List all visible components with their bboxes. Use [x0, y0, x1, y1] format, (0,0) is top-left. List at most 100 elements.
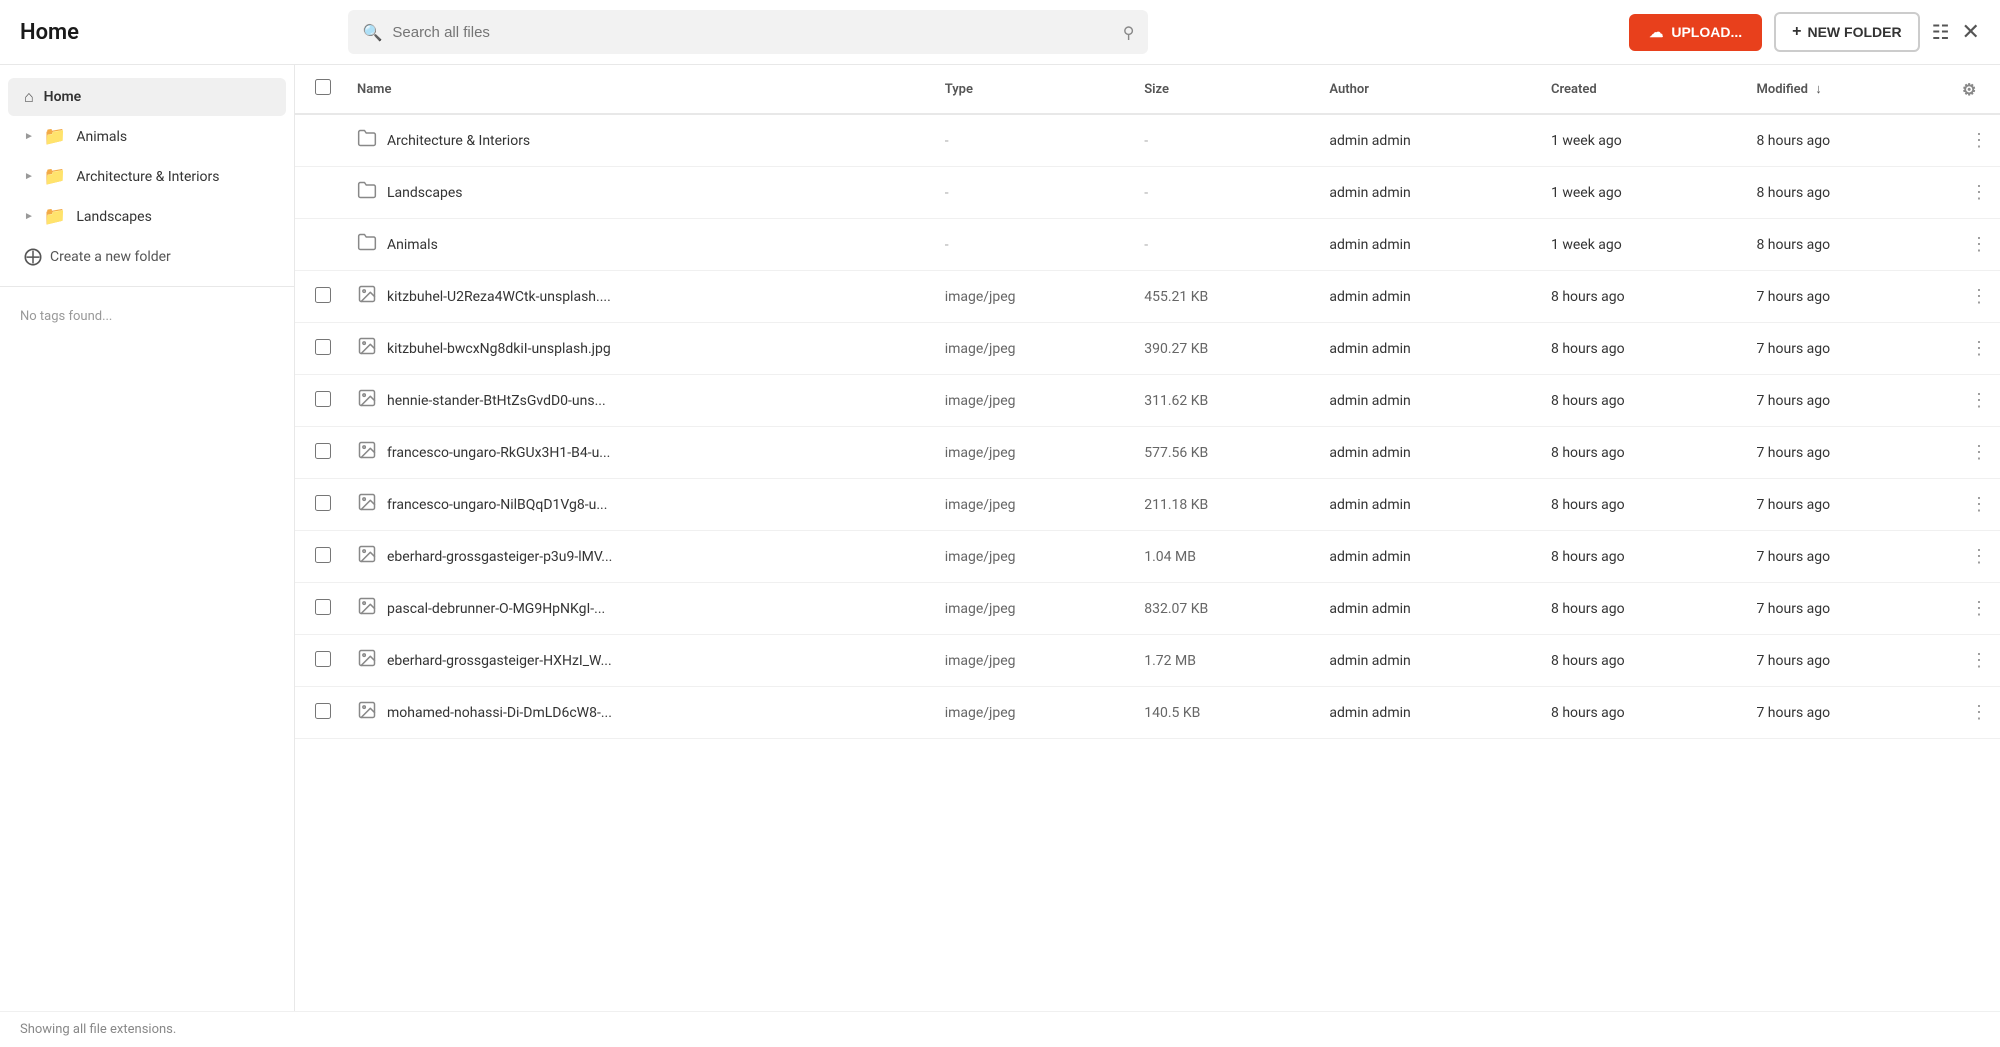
row-created-cell: 8 hours ago	[1539, 427, 1744, 479]
image-icon	[357, 388, 377, 413]
image-icon	[357, 440, 377, 465]
table-row: francesco-ungaro-NilBQqD1Vg8-u... image/…	[295, 479, 2000, 531]
row-type-cell: image/jpeg	[933, 427, 1133, 479]
select-all-checkbox[interactable]	[315, 79, 331, 95]
new-folder-button[interactable]: + NEW FOLDER	[1774, 12, 1919, 52]
row-menu-button[interactable]: ⋮	[1970, 494, 1988, 515]
filter-icon[interactable]: ⚲	[1123, 23, 1135, 42]
file-name: francesco-ungaro-RkGUx3H1-B4-u...	[387, 445, 610, 461]
row-menu-cell: ⋮	[1950, 323, 2000, 375]
row-created-cell: 1 week ago	[1539, 114, 1744, 167]
row-menu-cell: ⋮	[1950, 479, 2000, 531]
row-author-cell: admin admin	[1317, 583, 1539, 635]
row-name-cell: Animals	[345, 219, 933, 271]
row-size-cell: 390.27 KB	[1132, 323, 1317, 375]
row-menu-cell: ⋮	[1950, 375, 2000, 427]
row-menu-button[interactable]: ⋮	[1970, 182, 1988, 203]
row-type-cell: image/jpeg	[933, 687, 1133, 739]
row-created-cell: 8 hours ago	[1539, 323, 1744, 375]
header: Home 🔍 ⚲ ☁ UPLOAD... + NEW FOLDER ☷ ✕	[0, 0, 2000, 65]
row-menu-button[interactable]: ⋮	[1970, 442, 1988, 463]
expand-arrow-icon: ►	[24, 171, 34, 182]
row-menu-button[interactable]: ⋮	[1970, 702, 1988, 723]
row-name-cell: mohamed-nohassi-Di-DmLD6cW8-...	[345, 687, 933, 739]
row-check-cell	[295, 687, 345, 739]
row-checkbox[interactable]	[315, 703, 331, 719]
row-menu-button[interactable]: ⋮	[1970, 286, 1988, 307]
row-check-cell	[295, 271, 345, 323]
new-folder-label: NEW FOLDER	[1807, 24, 1901, 40]
upload-button[interactable]: ☁ UPLOAD...	[1629, 14, 1762, 51]
row-checkbox[interactable]	[315, 443, 331, 459]
sidebar-item-home[interactable]: ⌂ Home	[8, 78, 286, 116]
row-size-cell: 140.5 KB	[1132, 687, 1317, 739]
row-checkbox[interactable]	[315, 547, 331, 563]
row-checkbox[interactable]	[315, 651, 331, 667]
row-menu-button[interactable]: ⋮	[1970, 650, 1988, 671]
row-checkbox[interactable]	[315, 495, 331, 511]
row-type-cell: image/jpeg	[933, 583, 1133, 635]
row-type-cell: image/jpeg	[933, 271, 1133, 323]
image-icon	[357, 336, 377, 361]
row-name-cell: francesco-ungaro-NilBQqD1Vg8-u...	[345, 479, 933, 531]
table-row: kitzbuhel-bwcxNg8dkiI-unsplash.jpg image…	[295, 323, 2000, 375]
footer: Showing all file extensions.	[0, 1011, 2000, 1047]
row-type-cell: -	[933, 219, 1133, 271]
row-check-cell	[295, 427, 345, 479]
sidebar-item-architecture[interactable]: ► 📁 Architecture & Interiors	[8, 157, 286, 196]
sidebar-item-landscapes[interactable]: ► 📁 Landscapes	[8, 197, 286, 236]
row-modified-cell: 7 hours ago	[1744, 375, 1950, 427]
close-button[interactable]: ✕	[1962, 19, 1980, 45]
grid-view-button[interactable]: ☷	[1932, 20, 1950, 45]
row-checkbox[interactable]	[315, 287, 331, 303]
table-row: kitzbuhel-U2Reza4WCtk-unsplash.... image…	[295, 271, 2000, 323]
table-row: pascal-debrunner-O-MG9HpNKgI-... image/j…	[295, 583, 2000, 635]
row-modified-cell: 7 hours ago	[1744, 583, 1950, 635]
row-check-cell	[295, 167, 345, 219]
page-title: Home	[20, 20, 100, 45]
row-menu-cell: ⋮	[1950, 635, 2000, 687]
row-menu-button[interactable]: ⋮	[1970, 390, 1988, 411]
row-author-cell: admin admin	[1317, 479, 1539, 531]
row-menu-button[interactable]: ⋮	[1970, 130, 1988, 151]
row-modified-cell: 7 hours ago	[1744, 479, 1950, 531]
file-name: kitzbuhel-bwcxNg8dkiI-unsplash.jpg	[387, 341, 611, 357]
col-header-modified[interactable]: Modified ↓	[1744, 65, 1950, 114]
row-checkbox[interactable]	[315, 391, 331, 407]
folder-icon: 📁	[44, 206, 66, 227]
expand-arrow-icon: ►	[24, 131, 34, 142]
row-menu-cell: ⋮	[1950, 114, 2000, 167]
sidebar-item-animals[interactable]: ► 📁 Animals	[8, 117, 286, 156]
file-name: Architecture & Interiors	[387, 133, 530, 149]
row-modified-cell: 7 hours ago	[1744, 323, 1950, 375]
row-modified-cell: 8 hours ago	[1744, 219, 1950, 271]
row-modified-cell: 8 hours ago	[1744, 167, 1950, 219]
image-icon	[357, 648, 377, 673]
table-row: hennie-stander-BtHtZsGvdD0-uns... image/…	[295, 375, 2000, 427]
row-type-cell: image/jpeg	[933, 635, 1133, 687]
sidebar: ⌂ Home ► 📁 Animals ► 📁 Architecture & In…	[0, 65, 295, 1011]
row-size-cell: 455.21 KB	[1132, 271, 1317, 323]
row-check-cell	[295, 479, 345, 531]
row-menu-cell: ⋮	[1950, 531, 2000, 583]
row-checkbox[interactable]	[315, 599, 331, 615]
row-modified-cell: 7 hours ago	[1744, 427, 1950, 479]
row-menu-button[interactable]: ⋮	[1970, 598, 1988, 619]
image-icon	[357, 700, 377, 725]
create-folder-item[interactable]: ⨁ Create a new folder	[8, 237, 286, 276]
row-size-cell: -	[1132, 114, 1317, 167]
search-icon: 🔍	[362, 23, 382, 42]
row-menu-button[interactable]: ⋮	[1970, 234, 1988, 255]
row-type-cell: image/jpeg	[933, 323, 1133, 375]
row-menu-cell: ⋮	[1950, 427, 2000, 479]
main-content: Name Type Size Author Created Modified ↓…	[295, 65, 2000, 1011]
row-created-cell: 1 week ago	[1539, 167, 1744, 219]
row-author-cell: admin admin	[1317, 219, 1539, 271]
row-type-cell: image/jpeg	[933, 531, 1133, 583]
row-menu-button[interactable]: ⋮	[1970, 546, 1988, 567]
settings-icon[interactable]: ⚙	[1962, 80, 1976, 99]
search-input[interactable]	[392, 24, 1112, 41]
row-checkbox[interactable]	[315, 339, 331, 355]
row-check-cell	[295, 219, 345, 271]
row-menu-button[interactable]: ⋮	[1970, 338, 1988, 359]
